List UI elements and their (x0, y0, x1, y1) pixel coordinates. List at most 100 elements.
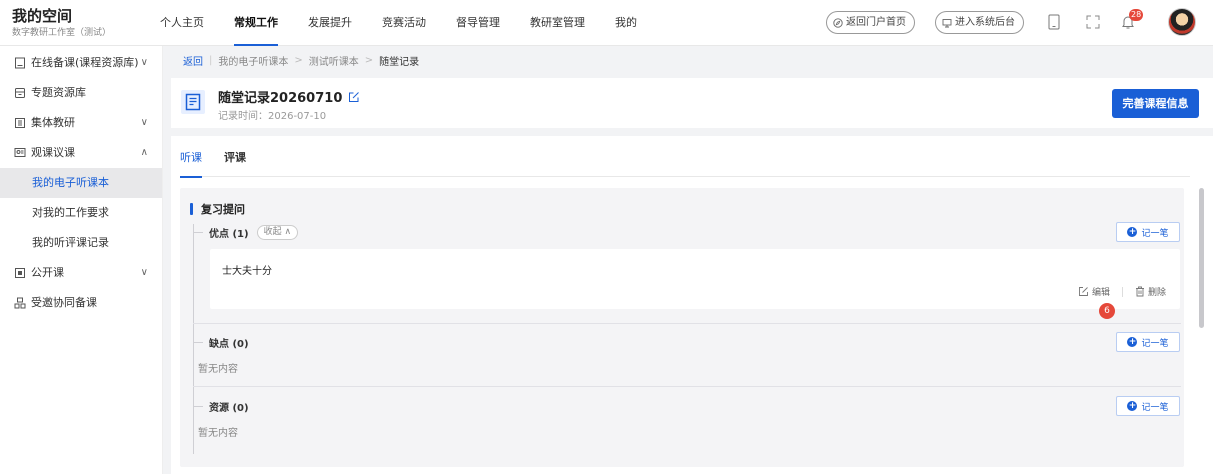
record-title: 随堂记录20260710 (218, 87, 360, 106)
compass-icon (833, 17, 843, 28)
plus-circle-icon: + (1127, 227, 1138, 237)
add-note-button[interactable]: + 记一笔 (1116, 332, 1180, 352)
sidebar-item-label: 公开课 (31, 266, 64, 279)
sidebar-subitem-my-notebook[interactable]: 我的电子听课本 (0, 168, 162, 198)
plus-circle-icon: + (1127, 337, 1138, 347)
portal-home-label: 返回门户首页 (846, 17, 906, 28)
complete-course-info-button[interactable]: 完善课程信息 (1112, 89, 1199, 118)
step-marker-badge: 6 (1099, 303, 1115, 319)
note-text: 士大夫十分 (222, 266, 272, 277)
nav-item-supervision[interactable]: 督导管理 (456, 0, 500, 46)
sidebar-item-open-class[interactable]: 公开课 ∨ (0, 258, 162, 288)
edit-icon (1079, 287, 1088, 296)
sidebar-item-online-lesson-prep[interactable]: 在线备课(课程资源库) ∨ (0, 48, 162, 78)
divider (193, 323, 1181, 324)
nav-item-competition[interactable]: 竞赛活动 (382, 0, 426, 46)
trash-icon (1135, 286, 1144, 297)
vertical-scrollbar[interactable] (1199, 188, 1204, 328)
sidebar-subitem-my-records[interactable]: 我的听评课记录 (0, 228, 162, 258)
tab-listen[interactable]: 听课 (180, 136, 202, 178)
nav-item-research-office[interactable]: 教研室管理 (530, 0, 585, 46)
brand-title: 我的空间 (12, 7, 73, 25)
empty-placeholder: 暂无内容 (198, 364, 238, 375)
archive-icon (14, 87, 26, 99)
group-title: 资源 (0) (209, 402, 249, 414)
record-time: 记录时间：2026-07-10 (218, 111, 327, 122)
sidebar-item-group-research[interactable]: 集体教研 ∨ (0, 108, 162, 138)
add-note-label: 记一笔 (1141, 228, 1169, 239)
section-title: 复习提问 (190, 201, 245, 217)
breadcrumb-link-test-notebook[interactable]: 测试听课本 (309, 53, 359, 68)
edit-label: 编辑 (1091, 288, 1110, 298)
breadcrumb-link-notebook[interactable]: 我的电子听课本 (218, 53, 288, 68)
portal-home-button[interactable]: 返回门户首页 (826, 11, 915, 34)
system-backend-button[interactable]: 进入系统后台 (935, 11, 1024, 34)
nav-item-development[interactable]: 发展提升 (308, 0, 352, 46)
nav-item-mine[interactable]: 我的 (615, 0, 637, 46)
group-head: 缺点 (0) (193, 332, 249, 352)
group-head: 优点 (1) 收起 ∧ (193, 222, 299, 242)
record-title-text: 随堂记录20260710 (218, 91, 343, 106)
record-header: 随堂记录20260710 记录时间：2026-07-10 完善课程信息 (171, 78, 1213, 128)
chevron-down-icon: ∨ (140, 117, 148, 128)
section-title-text: 复习提问 (201, 203, 245, 216)
sidebar-item-invited-coprep[interactable]: 受邀协同备课 (0, 288, 162, 318)
sidebar-item-lesson-observation[interactable]: 观课议课 ∧ (0, 138, 162, 168)
plus-circle-icon: + (1127, 401, 1138, 411)
document-icon (181, 90, 205, 114)
sidebar-subitem-work-requirements[interactable]: 对我的工作要求 (0, 198, 162, 228)
chevron-down-icon: ∨ (140, 57, 148, 68)
group-head: 资源 (0) (193, 396, 249, 416)
empty-placeholder: 暂无内容 (198, 428, 238, 439)
collapse-button[interactable]: 收起 ∧ (256, 224, 299, 240)
edit-title-icon[interactable] (348, 91, 360, 103)
group-title: 缺点 (0) (209, 338, 249, 350)
add-note-label: 记一笔 (1141, 338, 1169, 349)
back-link[interactable]: 返回 (183, 53, 203, 68)
nav-item-home[interactable]: 个人主页 (160, 0, 204, 46)
breadcrumb-current: 随堂记录 (379, 56, 420, 68)
section-title-bar (190, 203, 193, 215)
monitor-icon (942, 18, 952, 27)
team-icon (14, 297, 26, 309)
tab-evaluate[interactable]: 评课 (224, 136, 246, 177)
group-title: 优点 (1) (209, 228, 249, 240)
observe-icon (14, 147, 26, 159)
file-icon (14, 57, 26, 69)
notification-count-badge: 28 (1129, 9, 1144, 21)
add-note-button[interactable]: + 记一笔 (1116, 222, 1180, 242)
note-actions: 编辑 删除 (1078, 285, 1166, 298)
delete-note-button[interactable]: 删除 (1135, 285, 1166, 298)
sidebar-item-label: 观课议课 (31, 146, 75, 159)
breadcrumb-divider: | (209, 54, 213, 66)
add-note-button[interactable]: + 记一笔 (1116, 396, 1180, 416)
sidebar-item-topic-resources[interactable]: 专题资源库 (0, 78, 162, 108)
system-backend-label: 进入系统后台 (955, 17, 1015, 28)
user-avatar[interactable] (1168, 8, 1196, 36)
main-panel: 听课 评课 复习提问 优点 (1) 收起 ∧ + 记一笔 士大夫十分 编辑 删除… (171, 136, 1213, 474)
nav-item-routine-work[interactable]: 常规工作 (234, 0, 278, 46)
list-icon (14, 117, 26, 129)
note-card: 士大夫十分 编辑 删除 (210, 249, 1180, 309)
group-advantages: 优点 (1) 收起 ∧ + 记一笔 士大夫十分 编辑 删除 6 (193, 222, 1181, 319)
tab-bar: 听课 评课 (180, 136, 1190, 178)
breadcrumb-separator: > (294, 54, 303, 66)
sidebar: 在线备课(课程资源库) ∨ 专题资源库 集体教研 ∨ 观课议课 ∧ 我的电子听课… (0, 46, 163, 474)
brand[interactable]: 我的空间 数字教研工作室（测试） (12, 7, 111, 39)
mobile-icon[interactable] (1045, 13, 1063, 31)
main-nav: 个人主页 常规工作 发展提升 竞赛活动 督导管理 教研室管理 我的 (160, 0, 667, 46)
bell-icon[interactable]: 28 (1119, 9, 1144, 31)
chevron-down-icon: ∨ (140, 267, 148, 278)
sidebar-item-label: 受邀协同备课 (31, 296, 97, 309)
sidebar-item-label: 集体教研 (31, 116, 75, 129)
add-note-label: 记一笔 (1141, 402, 1169, 413)
group-disadvantages: 缺点 (0) + 记一笔 暂无内容 (193, 332, 1181, 377)
breadcrumb: 返回 | 我的电子听课本 > 测试听课本 > 随堂记录 (171, 46, 1213, 74)
delete-label: 删除 (1147, 288, 1166, 298)
top-bar: 我的空间 数字教研工作室（测试） 个人主页 常规工作 发展提升 竞赛活动 督导管… (0, 0, 1213, 46)
review-questions-section: 复习提问 优点 (1) 收起 ∧ + 记一笔 士大夫十分 编辑 删除 6 缺点 … (180, 188, 1184, 467)
chevron-up-icon: ∧ (140, 147, 148, 158)
edit-note-button[interactable]: 编辑 (1078, 285, 1110, 298)
divider (193, 386, 1181, 387)
fullscreen-icon[interactable] (1084, 13, 1102, 31)
